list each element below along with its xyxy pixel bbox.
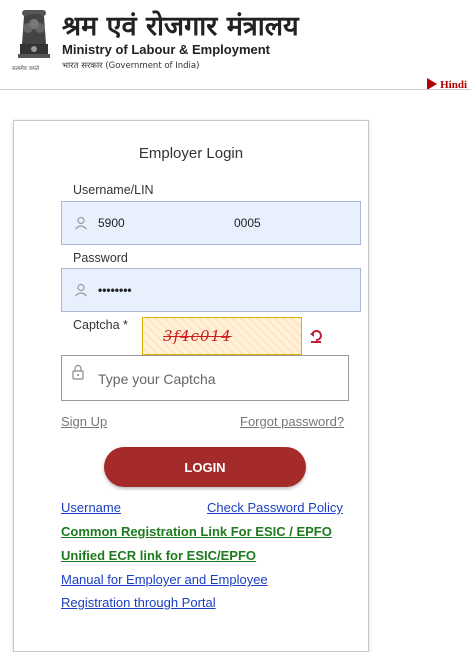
captcha-input-box[interactable] [61,355,349,401]
login-card: Employer Login Username/LIN 5900 0005 Pa… [13,120,369,652]
username-link[interactable]: Username [61,500,121,515]
password-label: Password [73,251,128,265]
sign-up-link[interactable]: Sign Up [61,414,107,429]
emblem-motto: सत्यमेव जयते [12,66,40,72]
ministry-name-english: Ministry of Labour & Employment [62,42,271,57]
common-registration-link[interactable]: Common Registration Link For ESIC / EPFO [61,524,332,539]
user-icon [75,216,87,230]
login-title: Employer Login [138,145,244,162]
ministry-name-hindi: श्रम एवं रोजगार मंत्रालय [62,11,299,42]
password-value: •••••••• [98,283,132,297]
refresh-icon[interactable] [310,329,322,343]
login-button[interactable]: LOGIN [104,447,306,487]
username-label: Username/LIN [73,183,154,197]
user-icon [75,283,87,297]
username-field[interactable]: 5900 0005 [61,201,361,245]
username-value-end: 0005 [234,216,261,230]
captcha-label: Captcha * [73,318,128,332]
captcha-text: 3f4c014 [163,327,232,345]
forgot-password-link[interactable]: Forgot password? [240,414,344,429]
username-redaction [144,210,232,236]
site-header: सत्यमेव जयते श्रम एवं रोजगार मंत्रालय Mi… [0,0,471,91]
header-divider [0,89,471,90]
check-password-policy-link[interactable]: Check Password Policy [207,500,343,515]
registration-portal-link[interactable]: Registration through Portal [61,595,216,610]
lock-icon [72,364,84,380]
captcha-input[interactable] [96,367,340,391]
government-label: भारत सरकार (Government of India) [62,61,200,71]
manual-link[interactable]: Manual for Employer and Employee [61,572,268,587]
username-value-start: 5900 [98,216,125,230]
captcha-image: 3f4c014 [142,317,302,355]
unified-ecr-link[interactable]: Unified ECR link for ESIC/EPFO [61,548,256,563]
password-field[interactable]: •••••••• [61,268,361,312]
